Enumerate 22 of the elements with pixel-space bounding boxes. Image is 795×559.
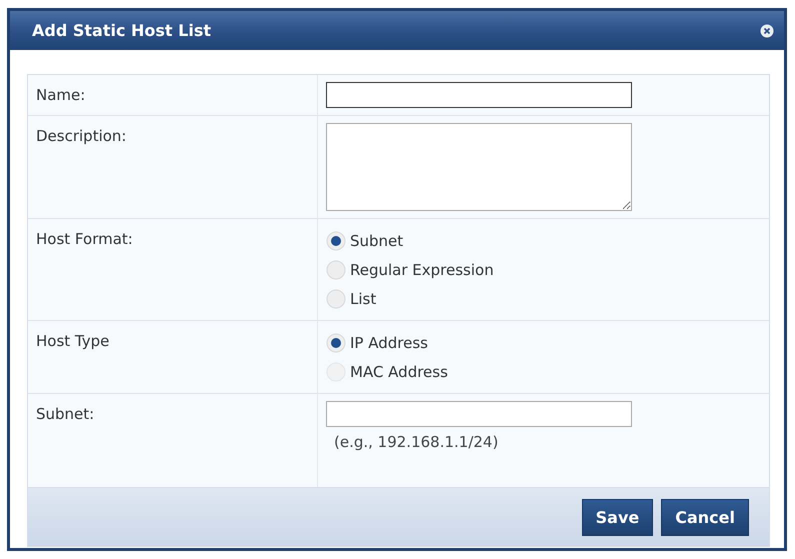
- input-field[interactable]: [326, 401, 632, 427]
- hint-text: (e.g., 192.168.1.1/24): [334, 433, 498, 451]
- cancel-button[interactable]: Cancel: [661, 498, 749, 536]
- option-label: List: [350, 290, 376, 308]
- field-label: Description:: [36, 127, 126, 145]
- close-icon[interactable]: [760, 24, 774, 38]
- text-area[interactable]: [326, 123, 632, 211]
- dialog-title: Add Static Host List: [32, 21, 211, 40]
- radio-button[interactable]: [326, 288, 346, 308]
- radio-button[interactable]: [326, 230, 346, 250]
- option-label: MAC Address: [350, 362, 448, 380]
- field-label: Host Format:: [36, 230, 133, 248]
- option-label: Regular Expression: [350, 260, 494, 278]
- field-label: Name:: [36, 86, 86, 104]
- field-label: Subnet:: [36, 405, 94, 423]
- radio-button[interactable]: [326, 260, 346, 280]
- field-label: Host Type: [36, 332, 110, 350]
- input-field[interactable]: [326, 82, 632, 108]
- option-label: IP Address: [350, 334, 428, 352]
- save-button[interactable]: Save: [582, 498, 654, 536]
- option-label: Subnet: [350, 232, 404, 250]
- radio-button[interactable]: [326, 332, 346, 352]
